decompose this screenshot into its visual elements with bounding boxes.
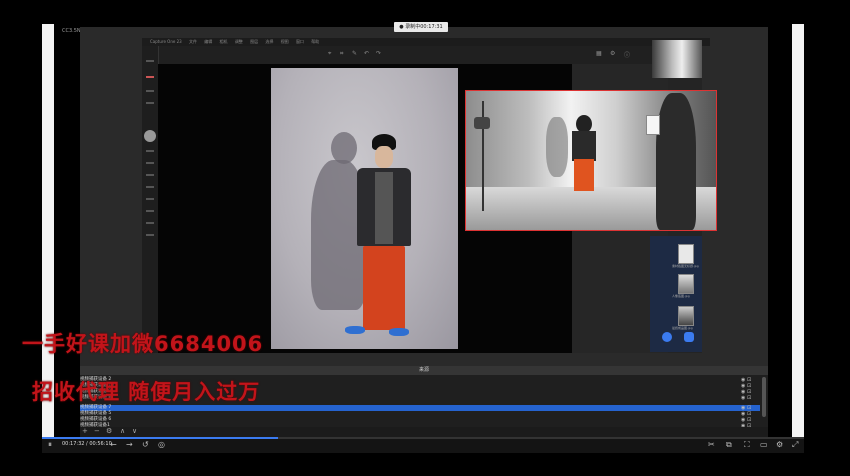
- menu-item[interactable]: 相机: [220, 39, 228, 44]
- subject-shoe-right: [389, 328, 409, 336]
- player-controls: ⏸ ← → ↺ ◎ ✂ ⧉ ⛶ ▭ ⚙ ⤢: [42, 437, 804, 453]
- sources-header: 来源: [80, 366, 768, 375]
- app-menubar: Capture One 23 文件 编辑 相机 调整 图层 选择 视图 窗口 帮…: [142, 38, 710, 46]
- playback-time: 00:17:32 / 00:56:10: [62, 441, 112, 447]
- info-icon[interactable]: ⓘ: [624, 50, 630, 59]
- menu-item[interactable]: 选择: [265, 39, 273, 44]
- speed-icon[interactable]: ◎: [158, 440, 165, 449]
- pause-icon[interactable]: ⏸: [48, 440, 52, 450]
- cursor-icon[interactable]: ⌖: [328, 50, 331, 58]
- subject-face: [375, 146, 393, 168]
- move-up-button[interactable]: ∧: [120, 427, 125, 435]
- thumbnail-caption: 素材截图无标题.jpg: [672, 264, 699, 268]
- grid-icon[interactable]: ▦: [596, 50, 602, 57]
- menu-item[interactable]: 调整: [235, 39, 243, 44]
- webcam-overlay: [465, 90, 717, 231]
- subject-pants: [363, 246, 405, 330]
- tool-sidebar: [142, 46, 159, 353]
- subject-shirt: [375, 172, 393, 244]
- rewind-icon[interactable]: ↺: [142, 440, 149, 449]
- thumbnail-3[interactable]: [678, 306, 694, 326]
- menu-item[interactable]: 帮助: [311, 39, 319, 44]
- portrait-photo: [271, 68, 458, 349]
- redo-icon[interactable]: ↷: [376, 50, 381, 57]
- next-icon[interactable]: →: [126, 440, 133, 449]
- phone-light: [646, 115, 660, 135]
- webcam-subject-body: [572, 131, 596, 161]
- undo-icon[interactable]: ↶: [364, 50, 369, 57]
- editor-toolbar: ⌖ ⌗ ✎ ↶ ↷ ▦ ⚙ ⓘ: [158, 46, 668, 65]
- webcam-subject-pants: [574, 159, 594, 191]
- fullscreen-window-icon[interactable]: ⛶: [744, 440, 750, 450]
- menu-item[interactable]: 编辑: [204, 39, 212, 44]
- thumbnail-caption: 人像底图.jpg: [672, 294, 690, 298]
- add-source-button[interactable]: +: [82, 427, 88, 435]
- danmaku-icon[interactable]: ▭: [760, 440, 768, 449]
- right-frame-bar: [792, 24, 804, 438]
- source-controls: + − ⚙ ∧ ∨: [80, 427, 768, 437]
- menu-item[interactable]: 窗口: [296, 39, 304, 44]
- menu-item[interactable]: 图层: [250, 39, 258, 44]
- thumbnail-caption: 最终成品图.jpg: [672, 326, 693, 330]
- progress-fill: [42, 437, 279, 439]
- clip-icon[interactable]: ✂: [708, 440, 715, 449]
- app-icon[interactable]: [684, 332, 694, 342]
- menu-item[interactable]: 文件: [189, 39, 197, 44]
- thumbnail-2[interactable]: [678, 274, 694, 294]
- sources-scrollbar[interactable]: [762, 377, 766, 417]
- recording-indicator[interactable]: ● 录制中00:17:31: [394, 22, 448, 32]
- thumbnail-strip: 素材截图无标题.jpg 人像底图.jpg 最终成品图.jpg: [650, 236, 702, 352]
- camera-preview-thumb[interactable]: [652, 40, 702, 78]
- source-settings-button[interactable]: ⚙: [106, 427, 112, 435]
- pip-icon[interactable]: ⧉: [726, 440, 732, 450]
- menu-item[interactable]: Capture One 23: [150, 39, 182, 44]
- webcam-shadow: [546, 117, 568, 177]
- crop-icon[interactable]: ⌗: [340, 50, 343, 58]
- brush-icon[interactable]: ✎: [352, 50, 357, 57]
- watermark-line-1: 一手好课加微6684006: [22, 332, 264, 356]
- menu-item[interactable]: 视图: [281, 39, 289, 44]
- settings-gear-icon[interactable]: ⚙: [776, 440, 783, 449]
- watermark-line-2: 招收代理 随便月入过万: [32, 380, 261, 404]
- side-label: CC3.5N: [62, 28, 81, 34]
- thumbnail-1[interactable]: [678, 244, 694, 264]
- photographer-silhouette: [656, 93, 696, 230]
- progress-track[interactable]: [42, 437, 804, 439]
- subject-shoe-left: [345, 326, 365, 334]
- move-down-button[interactable]: ∨: [132, 427, 137, 435]
- visibility-icon[interactable]: ◉ ⊡: [741, 395, 751, 401]
- expand-icon[interactable]: ⤢: [792, 440, 798, 450]
- color-wheel-icon[interactable]: [144, 130, 156, 142]
- settings-icon[interactable]: ⚙: [610, 50, 615, 57]
- remove-source-button[interactable]: −: [94, 427, 100, 435]
- app-icon[interactable]: [662, 332, 672, 342]
- studio-light: [474, 117, 490, 129]
